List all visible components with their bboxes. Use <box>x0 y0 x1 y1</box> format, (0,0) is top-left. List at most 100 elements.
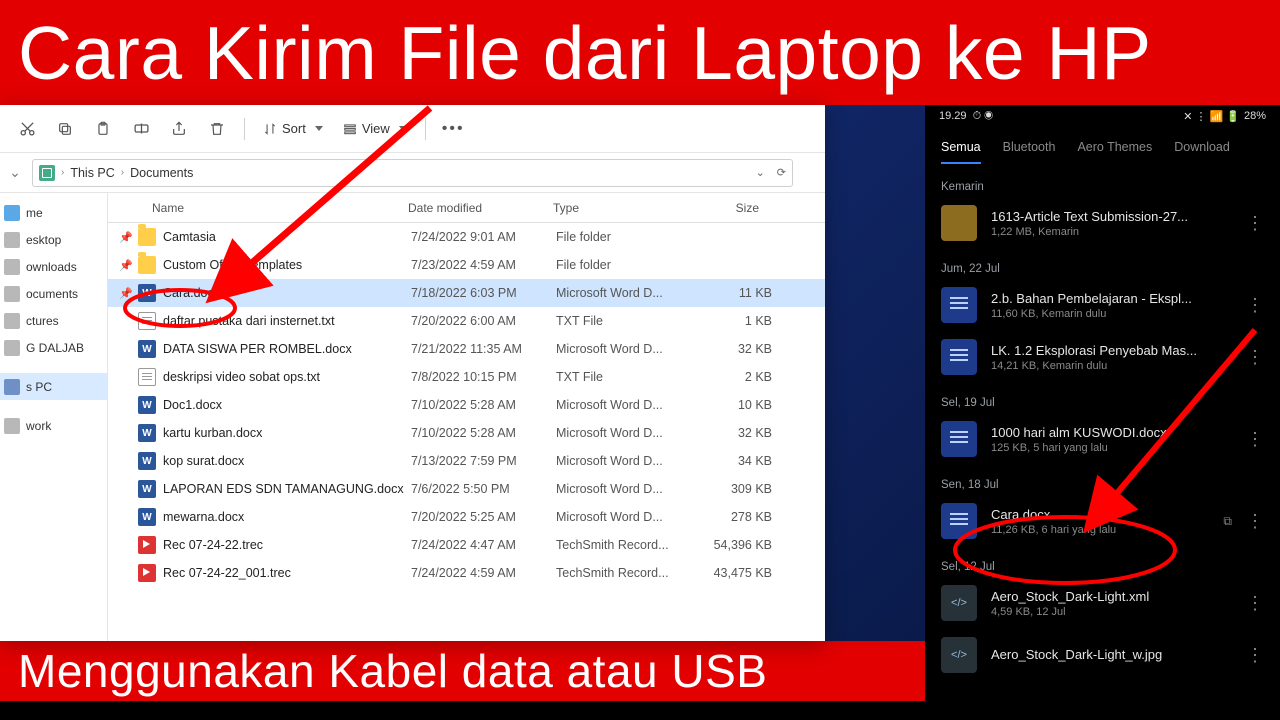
phone-file-row[interactable]: 1613-Article Text Submission-27... 1,22 M… <box>925 197 1280 249</box>
file-date: 7/24/2022 9:01 AM <box>411 230 556 244</box>
pin-icon: 📌 <box>118 287 134 300</box>
paste-icon[interactable] <box>86 112 120 146</box>
file-name: kartu kurban.docx <box>163 426 411 440</box>
cut-icon[interactable] <box>10 112 44 146</box>
rename-icon[interactable] <box>124 112 158 146</box>
file-row[interactable]: DATA SISWA PER ROMBEL.docx7/21/2022 11:3… <box>108 335 825 363</box>
file-row[interactable]: 📌Camtasia7/24/2022 9:01 AMFile folder <box>108 223 825 251</box>
file-size: 2 KB <box>696 370 786 384</box>
navpane-item[interactable]: ocuments <box>0 280 107 307</box>
file-name: DATA SISWA PER ROMBEL.docx <box>163 342 411 356</box>
navigation-pane: meesktopownloadsocumentscturesG DALJAB s … <box>0 193 108 641</box>
file-row[interactable]: 📌Cara.docx7/18/2022 6:03 PMMicrosoft Wor… <box>108 279 825 307</box>
documents-folder-icon <box>39 165 55 181</box>
file-row[interactable]: LAPORAN EDS SDN TAMANAGUNG.docx7/6/2022 … <box>108 475 825 503</box>
delete-icon[interactable] <box>200 112 234 146</box>
navpane-item[interactable]: s PC <box>0 373 107 400</box>
file-row[interactable]: Rec 07-24-22.trec7/24/2022 4:47 AMTechSm… <box>108 531 825 559</box>
more-vert-icon[interactable]: ⋮ <box>1242 213 1268 234</box>
txt-icon <box>138 368 156 386</box>
phone-file-row[interactable]: LK. 1.2 Eksplorasi Penyebab Mas...14,21 … <box>925 331 1280 383</box>
phone-tab[interactable]: Aero Themes <box>1077 140 1152 154</box>
file-row[interactable]: kartu kurban.docx7/10/2022 5:28 AMMicros… <box>108 419 825 447</box>
phone-file-row[interactable]: Aero_Stock_Dark-Light.xml 4,59 KB, 12 Jul… <box>925 577 1280 629</box>
phone-file-row[interactable]: Cara.docx11,26 KB, 6 hari yang lalu⧉⋮ <box>925 495 1280 547</box>
file-list-area: Name Date modified Type Size 📌Camtasia7/… <box>108 193 825 641</box>
pin-icon: 📌 <box>118 259 134 272</box>
navpane-item[interactable]: work <box>0 412 107 439</box>
more-vert-icon[interactable]: ⋮ <box>1242 511 1268 532</box>
file-row[interactable]: kop surat.docx7/13/2022 7:59 PMMicrosoft… <box>108 447 825 475</box>
phone-file-name: 2.b. Bahan Pembelajaran - Ekspl... <box>991 291 1242 306</box>
explorer-toolbar: Sort View ••• <box>0 105 825 153</box>
navpane-item[interactable]: esktop <box>0 226 107 253</box>
explorer-address-row: ⌄ › This PC › Documents ⌄ ⟳ <box>0 153 825 193</box>
phone-file-meta: 1,22 MB, Kemarin <box>991 226 1242 238</box>
file-row[interactable]: Rec 07-24-22_001.trec7/24/2022 4:59 AMTe… <box>108 559 825 587</box>
file-date: 7/21/2022 11:35 AM <box>411 342 556 356</box>
file-size: 11 KB <box>696 286 786 300</box>
refresh-icon[interactable]: ⟳ <box>777 166 786 179</box>
navpane-icon <box>4 286 20 302</box>
more-vert-icon[interactable]: ⋮ <box>1242 347 1268 368</box>
file-date: 7/13/2022 7:59 PM <box>411 454 556 468</box>
file-size: 309 KB <box>696 482 786 496</box>
file-type: TechSmith Record... <box>556 566 696 580</box>
phone-file-name: Aero_Stock_Dark-Light.xml <box>991 589 1242 604</box>
word-icon <box>138 284 156 302</box>
phone-tab[interactable]: Bluetooth <box>1003 140 1056 154</box>
copy-icon[interactable] <box>48 112 82 146</box>
more-vert-icon[interactable]: ⋮ <box>1242 295 1268 316</box>
phone-file-icon <box>941 287 977 323</box>
file-size: 1 KB <box>696 314 786 328</box>
phone-file-meta: 4,59 KB, 12 Jul <box>991 606 1242 618</box>
file-row[interactable]: deskripsi video sobat ops.txt7/8/2022 10… <box>108 363 825 391</box>
file-name: Rec 07-24-22_001.trec <box>163 566 411 580</box>
breadcrumb-folder[interactable]: Documents <box>130 166 193 180</box>
column-headers[interactable]: Name Date modified Type Size <box>108 193 825 223</box>
navpane-item[interactable]: G DALJAB <box>0 334 107 361</box>
phone-file-icon <box>941 503 977 539</box>
phone-file-row[interactable]: Aero_Stock_Dark-Light_w.jpg⋮ <box>925 629 1280 681</box>
file-row[interactable]: daftar pustaka dari insternet.txt7/20/20… <box>108 307 825 335</box>
file-size: 43,475 KB <box>696 566 786 580</box>
navpane-item[interactable]: ctures <box>0 307 107 334</box>
phone-tab[interactable]: Semua <box>941 140 981 154</box>
file-row[interactable]: mewarna.docx7/20/2022 5:25 AMMicrosoft W… <box>108 503 825 531</box>
address-chevron-down-icon[interactable]: ⌄ <box>756 166 765 179</box>
phone-file-meta: 11,60 KB, Kemarin dulu <box>991 308 1242 320</box>
phone-section-header: Sel, 12 Jul <box>925 547 1280 577</box>
more-options-icon[interactable]: ••• <box>436 120 465 138</box>
sort-dropdown[interactable]: Sort <box>255 112 331 146</box>
share-icon[interactable] <box>162 112 196 146</box>
file-name: deskripsi video sobat ops.txt <box>163 370 411 384</box>
file-explorer-window: Sort View ••• ⌄ › This PC › Documents ⌄ … <box>0 105 825 641</box>
phone-file-name: 1613-Article Text Submission-27... <box>991 209 1242 224</box>
file-row[interactable]: 📌Custom Office Templates7/23/2022 4:59 A… <box>108 251 825 279</box>
trec-icon <box>138 536 156 554</box>
file-row[interactable]: Doc1.docx7/10/2022 5:28 AMMicrosoft Word… <box>108 391 825 419</box>
more-vert-icon[interactable]: ⋮ <box>1242 593 1268 614</box>
file-date: 7/8/2022 10:15 PM <box>411 370 556 384</box>
folder-icon <box>138 228 156 246</box>
pin-icon: 📌 <box>118 231 134 244</box>
file-date: 7/20/2022 5:25 AM <box>411 510 556 524</box>
phone-tab[interactable]: Download <box>1174 140 1230 154</box>
navpane-item[interactable]: me <box>0 199 107 226</box>
more-vert-icon[interactable]: ⋮ <box>1242 429 1268 450</box>
copy-icon[interactable]: ⧉ <box>1223 514 1232 529</box>
word-icon <box>138 424 156 442</box>
more-vert-icon[interactable]: ⋮ <box>1242 645 1268 666</box>
file-date: 7/20/2022 6:00 AM <box>411 314 556 328</box>
phone-file-row[interactable]: 1000 hari alm KUSWODI.docx125 KB, 5 hari… <box>925 413 1280 465</box>
navpane-item[interactable]: ownloads <box>0 253 107 280</box>
nav-up-chevron-icon[interactable]: ⌄ <box>0 164 30 181</box>
view-dropdown[interactable]: View <box>335 112 415 146</box>
navpane-icon <box>4 340 20 356</box>
address-bar[interactable]: › This PC › Documents ⌄ ⟳ <box>32 159 793 187</box>
phone-tabs[interactable]: Semua Bluetooth Aero Themes Download <box>925 127 1280 167</box>
phone-file-icon <box>941 339 977 375</box>
breadcrumb-root[interactable]: This PC <box>70 166 114 180</box>
phone-file-row[interactable]: 2.b. Bahan Pembelajaran - Ekspl... 11,60 … <box>925 279 1280 331</box>
file-type: TechSmith Record... <box>556 538 696 552</box>
